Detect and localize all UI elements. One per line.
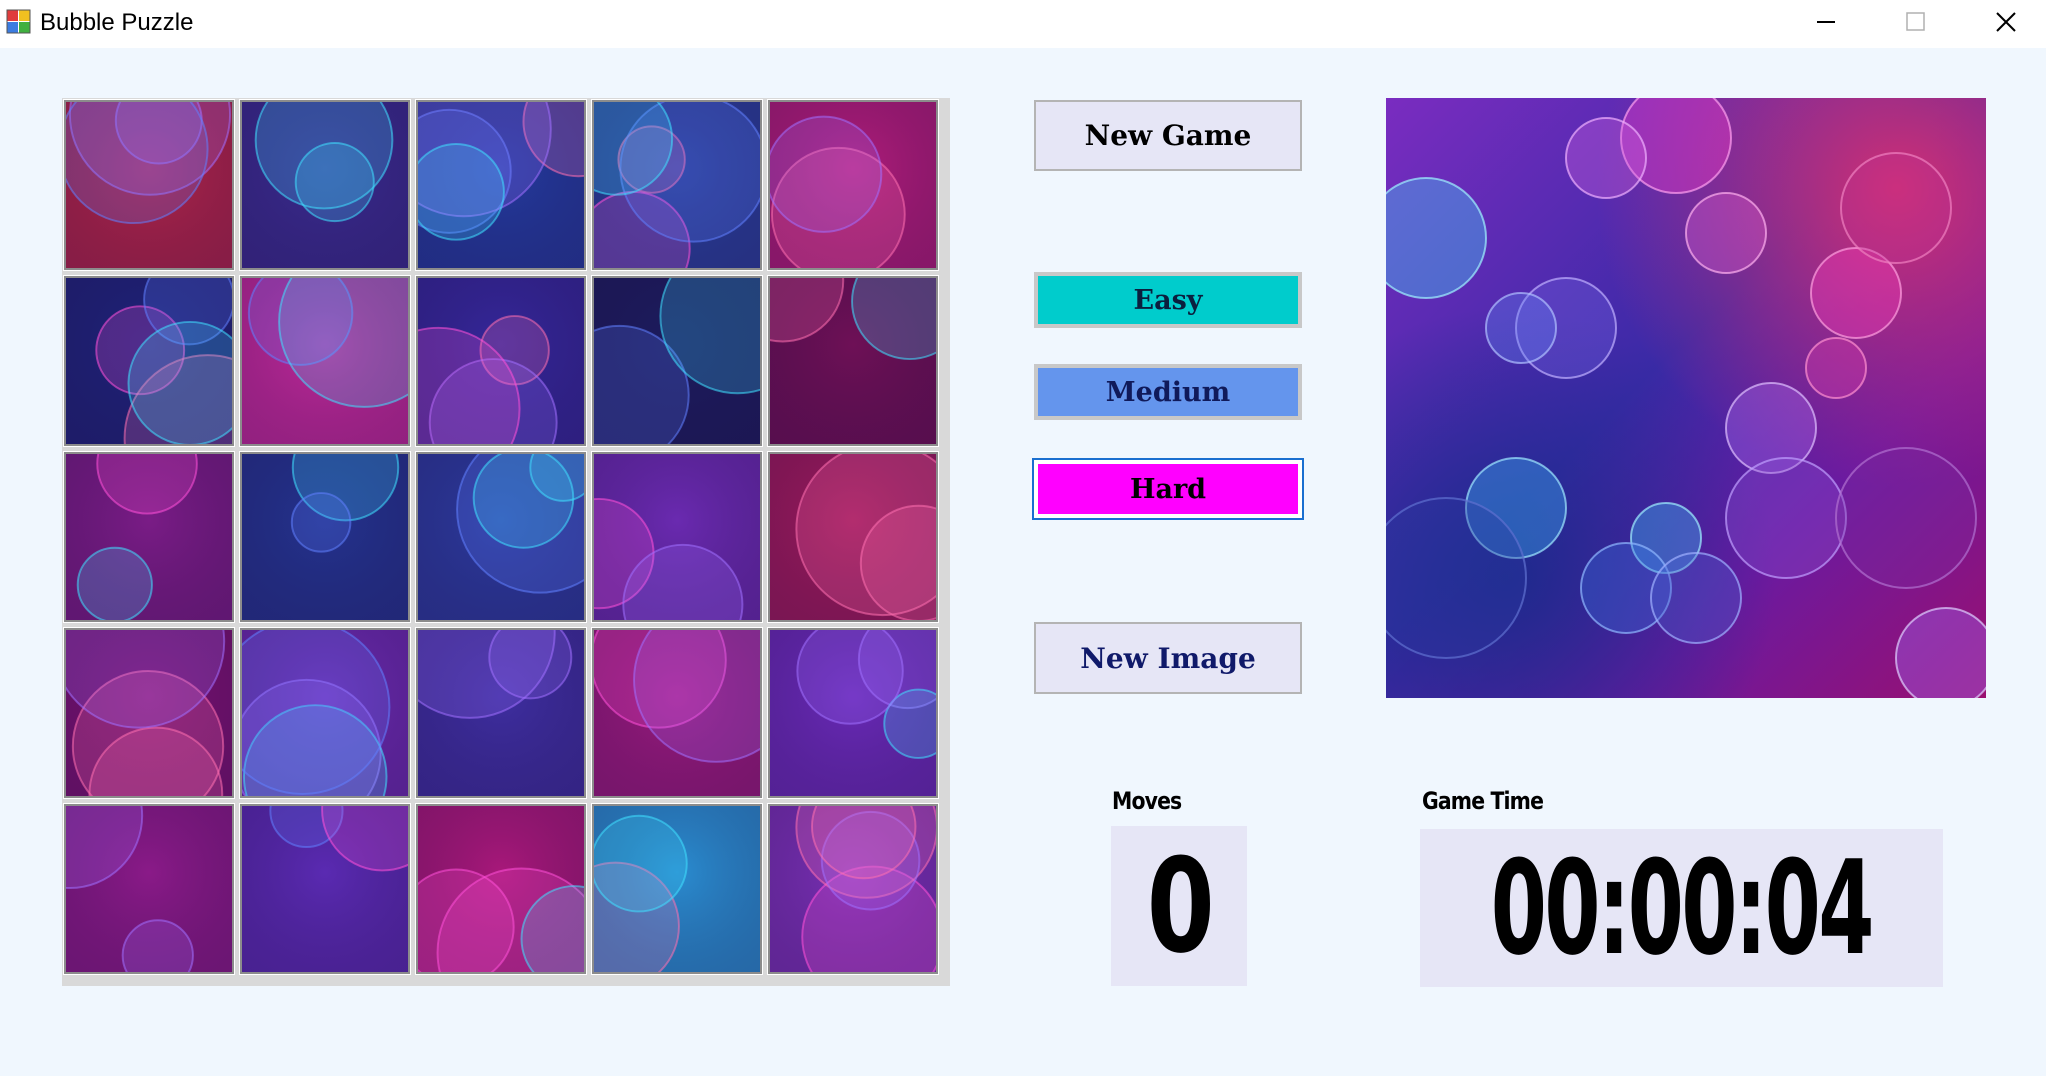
- puzzle-tile[interactable]: [63, 99, 235, 271]
- medium-label: Medium: [1105, 376, 1231, 408]
- tile-image: [418, 454, 584, 620]
- puzzle-tile[interactable]: [239, 451, 411, 623]
- puzzle-tile[interactable]: [63, 451, 235, 623]
- maximize-button[interactable]: [1871, 0, 1961, 44]
- tile-image: [770, 630, 936, 796]
- puzzle-tile[interactable]: [63, 803, 235, 975]
- puzzle-tile[interactable]: [239, 803, 411, 975]
- tile-image: [66, 102, 232, 268]
- tile-image: [242, 806, 408, 972]
- preview-image: [1386, 98, 1986, 698]
- tile-image: [418, 278, 584, 444]
- tile-image: [242, 102, 408, 268]
- tile-image: [594, 102, 760, 268]
- tile-image: [770, 278, 936, 444]
- new-game-label: New Game: [1084, 119, 1252, 152]
- new-game-button[interactable]: New Game: [1034, 100, 1302, 171]
- game-time-display: 00:00:04: [1420, 829, 1943, 987]
- tile-image: [594, 806, 760, 972]
- puzzle-tile[interactable]: [591, 627, 763, 799]
- tile-image: [770, 102, 936, 268]
- easy-label: Easy: [1133, 284, 1203, 316]
- minimize-button[interactable]: [1781, 0, 1871, 44]
- tile-image: [66, 278, 232, 444]
- new-image-label: New Image: [1080, 641, 1256, 675]
- puzzle-tile[interactable]: [415, 99, 587, 271]
- moves-label: Moves: [1112, 787, 1182, 815]
- puzzle-tile[interactable]: [415, 451, 587, 623]
- easy-button[interactable]: Easy: [1034, 272, 1302, 328]
- hard-button[interactable]: Hard: [1032, 458, 1304, 520]
- tile-image: [66, 806, 232, 972]
- puzzle-tile[interactable]: [767, 451, 939, 623]
- tile-image: [770, 454, 936, 620]
- medium-button[interactable]: Medium: [1034, 364, 1302, 420]
- title-bar: Bubble Puzzle: [0, 0, 2046, 48]
- tile-image: [418, 102, 584, 268]
- puzzle-tile[interactable]: [591, 99, 763, 271]
- puzzle-tile[interactable]: [239, 99, 411, 271]
- puzzle-tile[interactable]: [591, 803, 763, 975]
- moves-counter: 0: [1111, 826, 1247, 986]
- moves-value: 0: [1146, 830, 1215, 982]
- puzzle-tile[interactable]: [63, 275, 235, 447]
- puzzle-tile[interactable]: [415, 803, 587, 975]
- puzzle-tile[interactable]: [767, 99, 939, 271]
- maximize-icon: [1906, 12, 1925, 31]
- puzzle-tile[interactable]: [767, 275, 939, 447]
- puzzle-tile[interactable]: [767, 627, 939, 799]
- app-icon: [6, 9, 31, 34]
- puzzle-tile[interactable]: [415, 627, 587, 799]
- puzzle-tile[interactable]: [591, 275, 763, 447]
- tile-image: [66, 630, 232, 796]
- tile-image: [770, 806, 936, 972]
- tile-image: [242, 454, 408, 620]
- puzzle-tile[interactable]: [591, 451, 763, 623]
- close-button[interactable]: [1961, 0, 2046, 44]
- new-image-button[interactable]: New Image: [1034, 622, 1302, 694]
- tile-image: [66, 454, 232, 620]
- tile-image: [418, 806, 584, 972]
- close-icon: [1996, 12, 2016, 32]
- tile-image: [594, 454, 760, 620]
- puzzle-tile[interactable]: [767, 803, 939, 975]
- puzzle-board: [62, 98, 950, 986]
- minimize-icon: [1817, 21, 1835, 23]
- game-time-label: Game Time: [1422, 787, 1544, 815]
- tile-image: [418, 630, 584, 796]
- tile-image: [594, 278, 760, 444]
- tile-image: [594, 630, 760, 796]
- window-title: Bubble Puzzle: [40, 9, 194, 36]
- tile-image: [242, 630, 408, 796]
- puzzle-tile[interactable]: [239, 627, 411, 799]
- puzzle-tile[interactable]: [415, 275, 587, 447]
- tile-image: [242, 278, 408, 444]
- puzzle-tile[interactable]: [239, 275, 411, 447]
- hard-label: Hard: [1129, 473, 1207, 505]
- puzzle-tile[interactable]: [63, 627, 235, 799]
- game-time-value: 00:00:04: [1490, 832, 1875, 984]
